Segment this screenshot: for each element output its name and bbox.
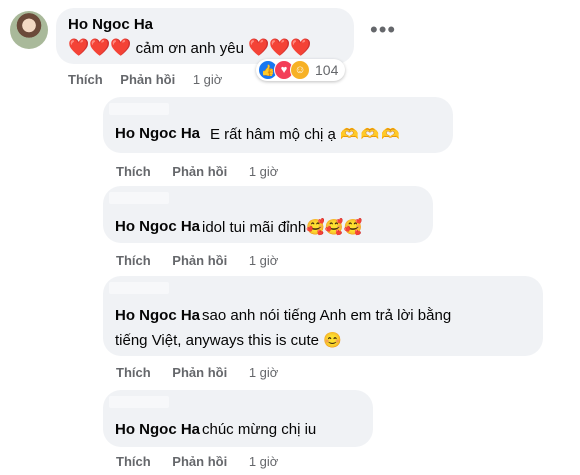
reply-bubble: Ho Ngoc Ha sao anh nói tiếng Anh em trả … — [103, 276, 543, 356]
reply-text: chúc mừng chị iu — [202, 421, 317, 438]
comment-text: ❤️❤️❤️ cảm ơn anh yêu ❤️❤️❤️ — [68, 39, 312, 57]
reply-body: E rất hâm mộ chị ạ — [210, 126, 341, 143]
reply-actions: Thích Phản hồi 1 giờ — [116, 253, 278, 268]
comment-actions: Thích Phản hồi 1 giờ — [68, 72, 222, 87]
redacted-name — [109, 103, 169, 115]
timestamp[interactable]: 1 giờ — [249, 164, 279, 179]
reply-body: idol tui mãi đỉnh — [202, 219, 307, 236]
comment-author[interactable]: Ho Ngoc Ha — [68, 16, 153, 33]
more-options-icon[interactable]: ••• — [370, 19, 396, 41]
comment-bubble: Ho Ngoc Ha ❤️❤️❤️ cảm ơn anh yêu ❤️❤️❤️ — [56, 8, 354, 64]
reply-bubble: Ho Ngoc Ha idol tui mãi đỉnh🥰🥰🥰 — [103, 186, 433, 243]
reply-bubble: Ho Ngoc Ha E rất hâm mộ chị ạ 🫶🫶🫶 — [103, 97, 453, 153]
like-link[interactable]: Thích — [68, 72, 103, 87]
like-link[interactable]: Thích — [116, 454, 151, 469]
timestamp[interactable]: 1 giờ — [249, 253, 279, 268]
reply-actions: Thích Phản hồi 1 giờ — [116, 365, 278, 380]
reply-bubble: Ho Ngoc Ha chúc mừng chị iu — [103, 390, 373, 447]
like-link[interactable]: Thích — [116, 164, 151, 179]
reply-link[interactable]: Phản hồi — [172, 164, 227, 179]
reply-text: E rất hâm mộ chị ạ 🫶🫶🫶 — [210, 125, 402, 143]
reply-actions: Thích Phản hồi 1 giờ — [116, 164, 278, 179]
reply-actions: Thích Phản hồi 1 giờ — [116, 454, 278, 469]
care-icon: ☺ — [290, 60, 310, 80]
reaction-summary[interactable]: 👍 ♥ ☺ 104 — [256, 59, 346, 81]
hearts-right: ❤️❤️❤️ — [248, 38, 312, 57]
smile-emoji: 😊 — [323, 332, 342, 349]
reply-text-line1: sao anh nói tiếng Anh em trả lời bằng — [202, 307, 452, 324]
reaction-count: 104 — [315, 62, 339, 78]
like-link[interactable]: Thích — [116, 365, 151, 380]
reply-author[interactable]: Ho Ngoc Ha — [115, 125, 200, 142]
reply-author[interactable]: Ho Ngoc Ha — [115, 218, 200, 235]
smiling-hearts-emoji: 🥰🥰🥰 — [306, 219, 363, 236]
heart-hands-emoji: 🫶🫶🫶 — [340, 126, 403, 143]
reply-body: tiếng Việt, anyways this is cute — [115, 332, 324, 349]
reply-text: idol tui mãi đỉnh🥰🥰🥰 — [202, 218, 362, 236]
timestamp[interactable]: 1 giờ — [193, 72, 223, 87]
avatar[interactable] — [10, 11, 48, 49]
timestamp[interactable]: 1 giờ — [249, 454, 279, 469]
reply-link[interactable]: Phản hồi — [172, 365, 227, 380]
redacted-name — [109, 282, 169, 294]
reply-link[interactable]: Phản hồi — [172, 253, 227, 268]
like-link[interactable]: Thích — [116, 253, 151, 268]
reply-author[interactable]: Ho Ngoc Ha — [115, 421, 200, 438]
reply-text-line2: tiếng Việt, anyways this is cute 😊 — [115, 331, 342, 349]
redacted-name — [109, 396, 169, 408]
timestamp[interactable]: 1 giờ — [249, 365, 279, 380]
hearts-left: ❤️❤️❤️ — [68, 38, 132, 57]
reply-author[interactable]: Ho Ngoc Ha — [115, 307, 200, 324]
reply-link[interactable]: Phản hồi — [172, 454, 227, 469]
comment-body: cảm ơn anh yêu — [131, 40, 249, 57]
redacted-name — [109, 192, 169, 204]
reply-link[interactable]: Phản hồi — [120, 72, 175, 87]
